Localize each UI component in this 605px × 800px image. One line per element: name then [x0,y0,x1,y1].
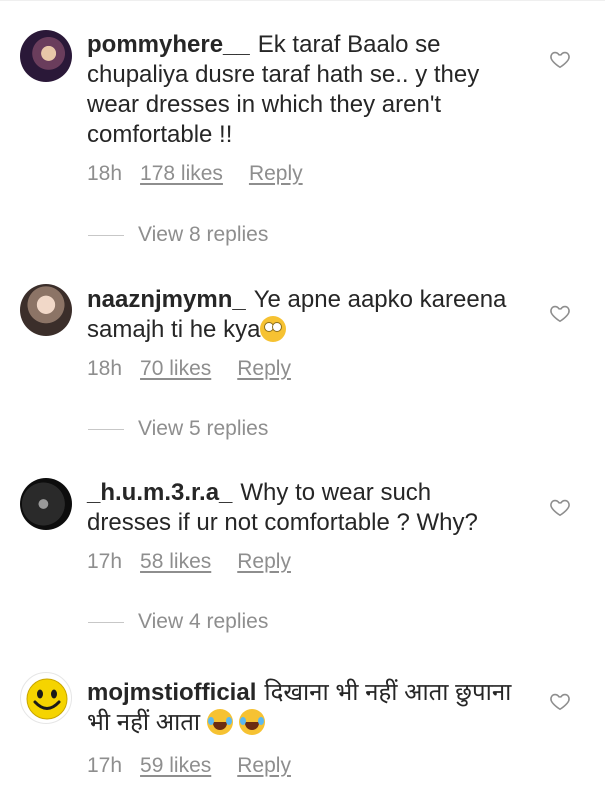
rolling-eyes-emoji-icon [260,316,287,342]
reply-button[interactable]: Reply [237,357,291,381]
view-replies-label: View 4 replies [138,610,269,633]
comment-likes[interactable]: 70 likes [140,357,211,381]
view-replies-label: View 8 replies [138,223,269,246]
replies-divider-line [88,428,124,430]
comment-likes[interactable]: 58 likes [140,550,211,574]
comment-text-block: mojmstiofficial दिखाना भी नहीं आता छुपाना… [87,678,517,738]
comment-meta: 18h 178 likes Reply [87,162,303,186]
avatar[interactable] [20,30,72,82]
view-replies-button[interactable]: View 5 replies [88,417,268,441]
replies-divider-line [88,234,124,236]
heart-icon[interactable] [549,302,571,324]
comment-meta: 18h 70 likes Reply [87,357,291,381]
avatar[interactable] [20,478,72,530]
reply-button[interactable]: Reply [237,550,291,574]
comment-likes[interactable]: 59 likes [140,754,211,778]
comment-meta: 17h 59 likes Reply [87,754,291,778]
avatar[interactable] [20,284,72,336]
tears-of-joy-emoji-icon [239,709,266,735]
comment-text-block: _h.u.m.3.r.a_ Why to wear such dresses if… [87,478,517,538]
comment-username[interactable]: mojmstiofficial [87,679,256,706]
avatar[interactable] [20,672,72,724]
heart-icon[interactable] [549,48,571,70]
comment-meta: 17h 58 likes Reply [87,550,291,574]
reply-button[interactable]: Reply [237,754,291,778]
comment-time: 18h [87,162,123,185]
comment-time: 17h [87,550,123,573]
comment-time: 17h [87,754,123,777]
view-replies-button[interactable]: View 8 replies [88,223,268,247]
comment-text-block: pommyhere__ Ek taraf Baalo se chupaliya d… [87,30,517,150]
comment-username[interactable]: naaznjmymn_ [87,286,246,313]
replies-divider-line [88,621,124,623]
reply-button[interactable]: Reply [249,162,303,186]
heart-icon[interactable] [549,496,571,518]
view-replies-button[interactable]: View 4 replies [88,610,268,634]
view-replies-label: View 5 replies [138,417,269,440]
smiley-face-icon [26,678,68,720]
comment-username[interactable]: pommyhere__ [87,31,250,58]
comment-time: 18h [87,357,123,380]
comment-likes[interactable]: 178 likes [140,162,223,186]
top-divider [0,0,605,1]
heart-icon[interactable] [549,690,571,712]
tears-of-joy-emoji-icon [206,709,233,735]
comment-username[interactable]: _h.u.m.3.r.a_ [87,479,232,506]
comment-text-block: naaznjmymn_ Ye apne aapko kareena samajh … [87,285,517,345]
